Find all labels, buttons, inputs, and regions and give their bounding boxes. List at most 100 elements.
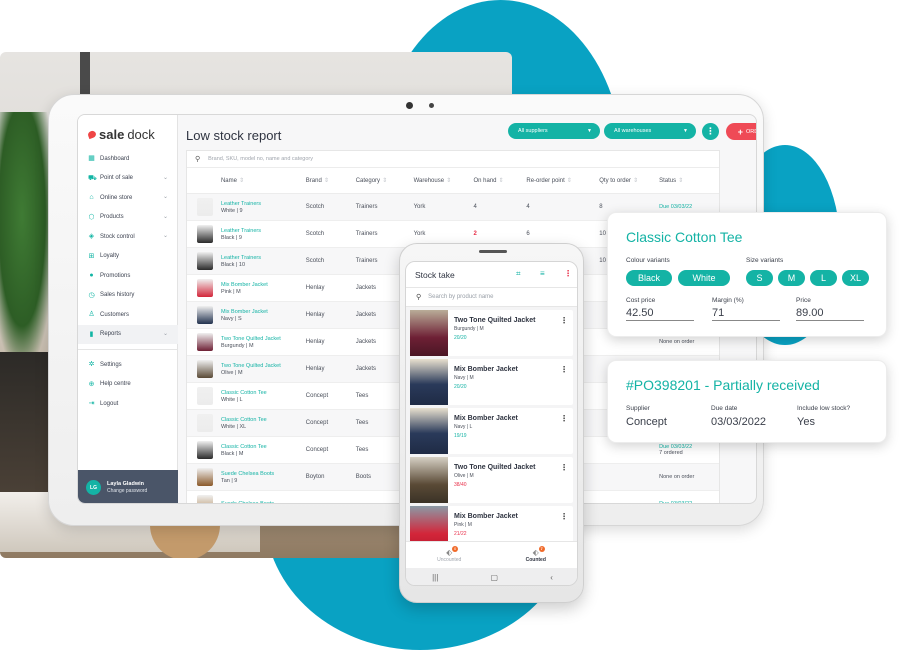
product-name-link[interactable]: Suede Chelsea Boots: [221, 471, 306, 477]
sidebar-item-promotions[interactable]: ● Promotions: [78, 266, 178, 286]
product-thumbnail: [197, 306, 213, 324]
column-header-brand[interactable]: Brand ⇕: [306, 177, 356, 184]
logout-icon: ⇥: [88, 400, 95, 408]
kebab-icon[interactable]: ⋮: [560, 365, 568, 374]
warehouse-filter-dropdown[interactable]: All warehouses ▼: [604, 123, 696, 139]
product-name-link[interactable]: Leather Trainers: [221, 228, 306, 234]
column-header-name[interactable]: Name ⇕: [221, 177, 306, 184]
product-name-link[interactable]: Mix Bomber Jacket: [221, 309, 306, 315]
category-cell: Trainers: [355, 204, 378, 210]
product-name-link[interactable]: Leather Trainers: [221, 255, 306, 261]
size-variant-chip[interactable]: L: [810, 270, 837, 286]
product-name-cell: Classic Cotton Tee White | L: [221, 390, 306, 403]
stock-take-item[interactable]: Two Tone Quilted Jacket Burgundy | M 20/20…: [410, 310, 573, 356]
kebab-icon[interactable]: ⋮: [560, 316, 568, 325]
column-header-category[interactable]: Category ⇕: [356, 177, 414, 184]
stock-take-item[interactable]: Mix Bomber Jacket Navy | M 20/20 ⋮: [410, 359, 573, 405]
status-text[interactable]: Due 03/03/22: [659, 204, 719, 210]
product-variant: Pink | M: [454, 522, 472, 528]
sidebar-item-settings[interactable]: ✲ Settings: [78, 355, 178, 375]
sidebar-item-stock-control[interactable]: ◈ Stock control ⌄: [78, 227, 178, 247]
sidebar-item-loyalty[interactable]: ⊞ Loyalty: [78, 247, 178, 267]
kebab-icon[interactable]: ⋮: [564, 269, 572, 278]
product-name-link[interactable]: Classic Cotton Tee: [221, 390, 306, 396]
product-name-link[interactable]: Classic Cotton Tee: [221, 417, 306, 423]
price-tag-icon: ⬖ 0: [446, 545, 459, 557]
logo[interactable]: sale dock: [87, 127, 155, 142]
home-icon[interactable]: ▢: [490, 573, 498, 582]
user-profile[interactable]: LG Layla Gladwin Change password: [78, 470, 178, 503]
brand-cell: Henlay: [305, 366, 325, 372]
sidebar-item-customers[interactable]: ♙ Customers: [78, 305, 178, 325]
product-thumbnail-cell: [187, 279, 221, 297]
product-thumbnail-cell: [187, 387, 221, 405]
sidebar-item-online-store[interactable]: ⌂ Online store ⌄: [78, 188, 178, 208]
product-name-link[interactable]: Two Tone Quilted Jacket: [221, 363, 306, 369]
margin-field[interactable]: 71: [712, 307, 780, 321]
stock-take-item-text: Mix Bomber Jacket Navy | L 19/19: [448, 408, 518, 454]
price-field[interactable]: 89.00: [796, 307, 864, 321]
chevron-down-icon: ⌄: [162, 330, 168, 337]
order-stock-button[interactable]: + ORDER STOCK: [726, 123, 756, 140]
sidebar-item-logout[interactable]: ⇥ Logout: [78, 394, 178, 414]
change-password-link[interactable]: Change password: [107, 488, 147, 494]
column-header-re-order-point[interactable]: Re-order point ⇕: [526, 177, 599, 184]
column-header-label: Warehouse: [413, 178, 445, 184]
gear-icon: ✲: [88, 361, 95, 369]
brand-cell: Concept: [305, 393, 329, 399]
product-photo: [410, 408, 448, 454]
size-variant-chip[interactable]: XL: [842, 270, 869, 286]
back-icon[interactable]: ‹: [550, 573, 553, 582]
column-header-warehouse[interactable]: Warehouse ⇕: [414, 177, 474, 184]
tab-counted[interactable]: ⬖ 7 Counted: [493, 542, 578, 568]
sidebar-item-label: Sales history: [100, 292, 135, 299]
product-name-link[interactable]: Two Tone Quilted Jacket: [221, 336, 306, 342]
size-variant-chip[interactable]: S: [746, 270, 773, 286]
product-name-cell: Leather Trainers Black | 9: [221, 228, 306, 241]
product-name-link[interactable]: Suede Chelsea Boots: [221, 501, 306, 504]
colour-variant-chip[interactable]: White: [678, 270, 730, 286]
stock-take-item[interactable]: Mix Bomber Jacket Navy | L 19/19 ⋮: [410, 408, 573, 454]
lifebuoy-icon: ⊕: [88, 380, 95, 388]
status-text[interactable]: Due 03/03/22: [659, 501, 719, 503]
sidebar-item-dashboard[interactable]: ▦ Dashboard: [78, 149, 178, 169]
stock-take-item[interactable]: Two Tone Quilted Jacket Olive | M 38/40 ⋮: [410, 457, 573, 503]
column-header-qty-to-order[interactable]: Qty to order ⇕: [599, 177, 659, 184]
sidebar-item-help-centre[interactable]: ⊕ Help centre: [78, 375, 178, 395]
size-variant-chip[interactable]: M: [778, 270, 805, 286]
column-header-on-hand[interactable]: On hand ⇕: [473, 177, 526, 184]
product-name-link[interactable]: Leather Trainers: [221, 201, 306, 207]
store-icon: ⌂: [89, 194, 94, 202]
filter-icon[interactable]: ≡: [540, 269, 545, 278]
sidebar-item-sales-history[interactable]: ◷ Sales history: [78, 286, 178, 306]
product-name-link[interactable]: Mix Bomber Jacket: [221, 282, 306, 288]
phone-speaker: [479, 250, 507, 253]
tab-uncounted[interactable]: ⬖ 0 Uncounted: [406, 542, 493, 568]
product-thumbnail-cell: [187, 495, 221, 503]
sidebar-item-reports[interactable]: ▮ Reports ⌄: [78, 324, 178, 344]
product-name-cell: Classic Cotton Tee Black | M: [221, 444, 306, 457]
table-search-input[interactable]: ⚲ Brand, SKU, model no, name and categor…: [187, 151, 719, 168]
stock-take-item-text: Mix Bomber Jacket Navy | M 20/20: [448, 359, 518, 405]
brand-cell: Scotch: [305, 258, 325, 264]
column-header-status[interactable]: Status ⇕: [659, 177, 719, 184]
product-variant: Olive | M: [220, 369, 243, 376]
product-variant: Pink | M: [220, 288, 241, 295]
supplier-filter-dropdown[interactable]: All suppliers ▼: [508, 123, 600, 139]
more-options-button[interactable]: ⋮: [702, 123, 719, 140]
kebab-icon[interactable]: ⋮: [560, 463, 568, 472]
product-search-input[interactable]: ⚲ Search by product name: [406, 288, 577, 307]
sidebar-item-point-of-sale[interactable]: ⛟ Point of sale ⌄: [78, 169, 178, 189]
kebab-icon[interactable]: ⋮: [560, 512, 568, 521]
product-name-cell: Classic Cotton Tee White | XL: [221, 417, 306, 430]
due-date-label: Due date: [711, 405, 738, 412]
recent-apps-icon[interactable]: |||: [432, 573, 438, 582]
product-name-link[interactable]: Classic Cotton Tee: [221, 444, 306, 450]
product-variant: Navy | S: [220, 315, 242, 322]
barcode-scan-icon[interactable]: ⌗: [516, 269, 521, 279]
kebab-icon[interactable]: ⋮: [560, 414, 568, 423]
sidebar-item-products[interactable]: ⬡ Products ⌄: [78, 208, 178, 228]
cost-price-field[interactable]: 42.50: [626, 307, 694, 321]
warehouse-cell: York: [413, 204, 426, 210]
colour-variant-chip[interactable]: Black: [626, 270, 672, 286]
